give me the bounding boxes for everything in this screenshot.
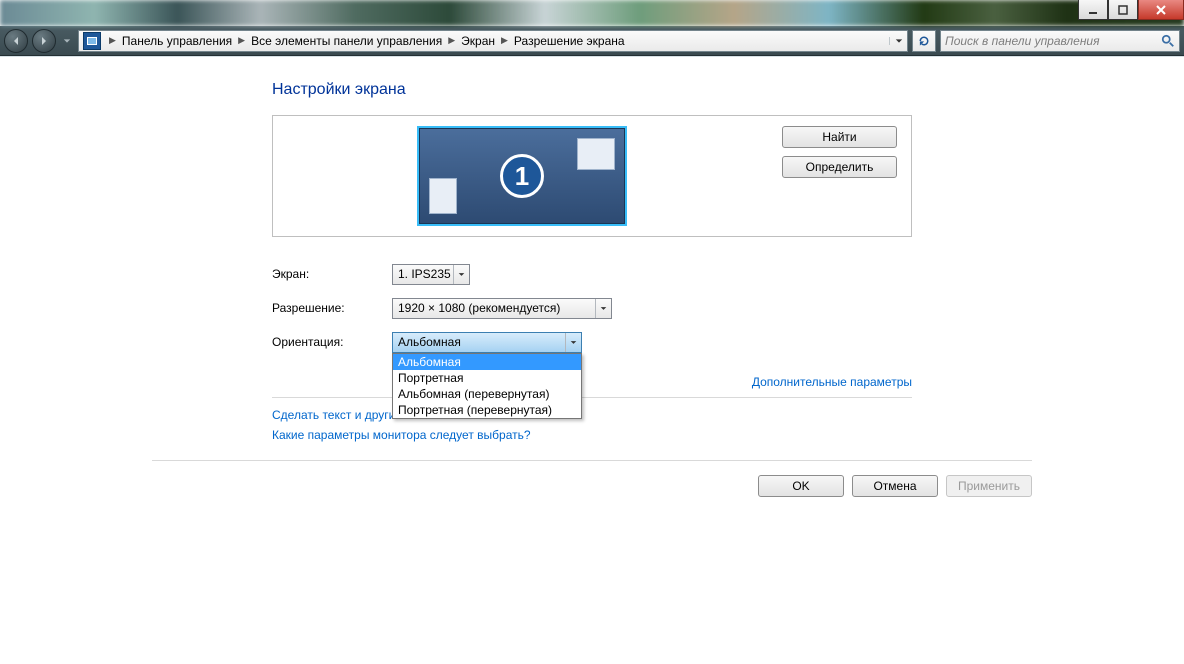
chevron-down-icon bbox=[595, 299, 611, 318]
nav-forward-button[interactable] bbox=[32, 29, 56, 53]
desktop-background-strip bbox=[0, 0, 1184, 26]
window-close-button[interactable] bbox=[1138, 0, 1184, 20]
breadcrumb-sep-icon: ▶ bbox=[497, 35, 512, 46]
ok-button[interactable]: OK bbox=[758, 475, 844, 497]
search-box[interactable]: Поиск в панели управления bbox=[940, 30, 1180, 52]
orientation-option[interactable]: Портретная bbox=[393, 370, 581, 386]
cancel-button[interactable]: Отмена bbox=[852, 475, 938, 497]
address-dropdown-button[interactable] bbox=[889, 37, 907, 45]
resolution-label: Разрешение: bbox=[272, 301, 392, 315]
orientation-label: Ориентация: bbox=[272, 335, 392, 349]
preview-window-icon bbox=[429, 178, 457, 214]
screen-label: Экран: bbox=[272, 267, 392, 281]
identify-button[interactable]: Определить bbox=[782, 156, 897, 178]
nav-history-dropdown[interactable] bbox=[60, 30, 74, 52]
monitor-preview-box: 1 Найти Определить bbox=[272, 115, 912, 237]
nav-back-button[interactable] bbox=[4, 29, 28, 53]
resolution-combo[interactable]: 1920 × 1080 (рекомендуется) bbox=[392, 298, 612, 319]
search-placeholder: Поиск в панели управления bbox=[945, 34, 1161, 48]
orientation-combo-value: Альбомная bbox=[398, 335, 461, 349]
chevron-down-icon bbox=[453, 265, 469, 284]
orientation-combo[interactable]: Альбомная Альбомная Портретная Альбомная… bbox=[392, 332, 582, 353]
window-minimize-button[interactable] bbox=[1078, 0, 1108, 20]
search-icon bbox=[1161, 34, 1175, 48]
orientation-option[interactable]: Альбомная (перевернутая) bbox=[393, 386, 581, 402]
advanced-settings-link[interactable]: Дополнительные параметры bbox=[752, 375, 912, 389]
breadcrumb-item[interactable]: Панель управления bbox=[120, 34, 234, 48]
monitor-number-badge: 1 bbox=[500, 154, 544, 198]
screen-combo[interactable]: 1. IPS235 bbox=[392, 264, 470, 285]
preview-window-icon bbox=[577, 138, 615, 170]
page-title: Настройки экрана bbox=[272, 81, 912, 99]
orientation-option[interactable]: Альбомная bbox=[393, 354, 581, 370]
breadcrumb-item[interactable]: Разрешение экрана bbox=[512, 34, 627, 48]
text-size-link[interactable]: Сделать текст и другие bbox=[272, 408, 402, 422]
explorer-toolbar: ▶ Панель управления ▶ Все элементы панел… bbox=[0, 26, 1184, 56]
window-maximize-button[interactable] bbox=[1108, 0, 1138, 20]
dialog-footer: OK Отмена Применить bbox=[152, 460, 1032, 511]
apply-button[interactable]: Применить bbox=[946, 475, 1032, 497]
content-area: Настройки экрана 1 Найти Определить Экра… bbox=[0, 56, 1184, 664]
breadcrumb-sep-icon: ▶ bbox=[444, 35, 459, 46]
monitor-preview[interactable]: 1 bbox=[417, 126, 627, 226]
resolution-combo-value: 1920 × 1080 (рекомендуется) bbox=[398, 301, 560, 315]
control-panel-icon bbox=[83, 32, 101, 50]
find-button[interactable]: Найти bbox=[782, 126, 897, 148]
address-bar[interactable]: ▶ Панель управления ▶ Все элементы панел… bbox=[78, 30, 908, 52]
separator bbox=[272, 397, 912, 398]
orientation-dropdown: Альбомная Портретная Альбомная (переверн… bbox=[392, 353, 582, 419]
breadcrumb-sep-icon: ▶ bbox=[234, 35, 249, 46]
chevron-down-icon bbox=[565, 333, 581, 352]
breadcrumb-item[interactable]: Экран bbox=[459, 34, 497, 48]
breadcrumb-sep-icon: ▶ bbox=[105, 35, 120, 46]
breadcrumb-item[interactable]: Все элементы панели управления bbox=[249, 34, 444, 48]
orientation-option[interactable]: Портретная (перевернутая) bbox=[393, 402, 581, 418]
screen-combo-value: 1. IPS235 bbox=[398, 267, 451, 281]
refresh-button[interactable] bbox=[912, 30, 936, 52]
which-params-link[interactable]: Какие параметры монитора следует выбрать… bbox=[272, 428, 531, 442]
